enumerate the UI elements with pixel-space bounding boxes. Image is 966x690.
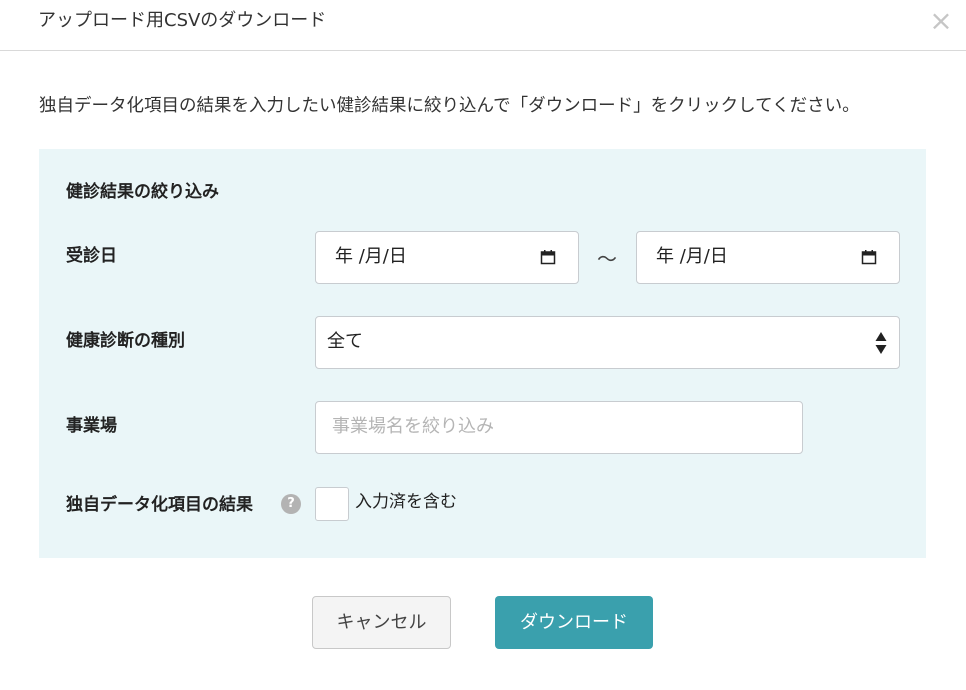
workplace-search-input[interactable]: 事業場名を絞り込み: [315, 401, 803, 454]
visit-date-from-input[interactable]: 年 /月/日: [315, 231, 579, 284]
select-arrows-icon: [875, 332, 887, 354]
close-icon[interactable]: ×: [928, 6, 954, 36]
visit-date-label: 受診日: [66, 246, 117, 266]
include-entered-checkbox[interactable]: [315, 487, 349, 521]
filter-panel: 健診結果の絞り込み 受診日 年 /月/日 ～ 年 /月/日 健康診断の種別 全て…: [39, 149, 926, 558]
filter-panel-title: 健診結果の絞り込み: [66, 182, 219, 202]
dialog-header: アップロード用CSVのダウンロード ×: [0, 0, 966, 51]
visit-date-to-input[interactable]: 年 /月/日: [636, 231, 900, 284]
instruction-text: 独自データ化項目の結果を入力したい健診結果に絞り込んで「ダウンロード」をクリック…: [39, 96, 860, 116]
checkup-type-selected: 全て: [327, 331, 363, 352]
calendar-icon[interactable]: [540, 249, 556, 265]
visit-date-from-value: 年 /月/日: [335, 246, 407, 267]
cancel-button[interactable]: キャンセル: [312, 596, 451, 649]
include-entered-label[interactable]: 入力済を含む: [355, 490, 457, 514]
calendar-icon[interactable]: [861, 249, 877, 265]
workplace-label: 事業場: [66, 416, 117, 436]
date-range-separator: ～: [597, 247, 617, 271]
custom-result-label: 独自データ化項目の結果: [66, 495, 253, 515]
visit-date-to-value: 年 /月/日: [656, 246, 728, 267]
help-icon[interactable]: ?: [281, 494, 301, 514]
checkup-type-select[interactable]: 全て: [315, 316, 900, 369]
checkup-type-label: 健康診断の種別: [66, 331, 185, 351]
workplace-placeholder: 事業場名を絞り込み: [332, 416, 494, 437]
download-button[interactable]: ダウンロード: [495, 596, 653, 649]
dialog-title: アップロード用CSVのダウンロード: [38, 10, 327, 31]
